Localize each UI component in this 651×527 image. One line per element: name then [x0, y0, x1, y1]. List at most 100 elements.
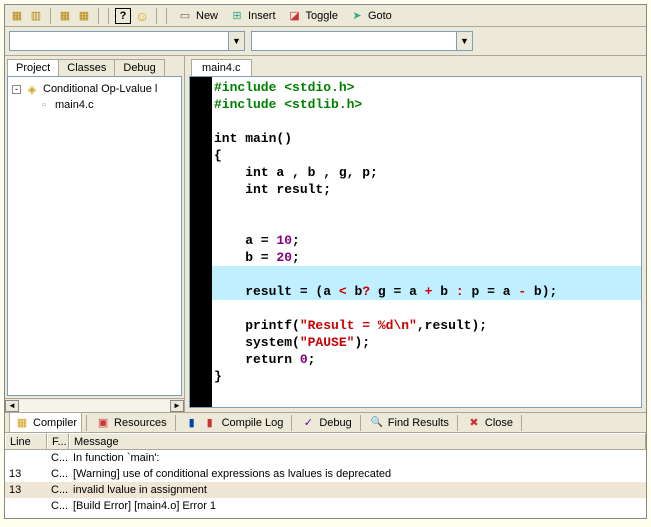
tab-project[interactable]: Project	[7, 59, 59, 76]
file-tab-main4[interactable]: main4.c	[191, 59, 252, 76]
panel-icon[interactable]	[57, 8, 73, 24]
new-icon	[177, 8, 193, 24]
goto-button[interactable]: Goto	[345, 7, 396, 25]
separator	[108, 8, 109, 24]
cell-message: [Build Error] [main4.o] Error 1	[69, 499, 646, 513]
tab-compile-log[interactable]: Compile Log	[180, 413, 288, 433]
separator	[86, 415, 87, 431]
tab-resources[interactable]: Resources	[91, 413, 171, 433]
tab-classes[interactable]: Classes	[58, 59, 115, 76]
close-icon	[466, 415, 482, 431]
tree-file-label: main4.c	[55, 99, 94, 111]
cell-file: C...	[47, 451, 69, 465]
tab-close[interactable]: Close	[462, 413, 517, 433]
toggle-button[interactable]: Toggle	[283, 7, 342, 25]
code-line: b = 20;	[214, 250, 300, 265]
goto-icon	[349, 8, 365, 24]
scroll-right-icon[interactable]: ►	[170, 400, 184, 412]
scroll-track[interactable]	[19, 400, 170, 412]
output-row[interactable]: 13C...[Warning] use of conditional expre…	[5, 466, 646, 482]
chevron-down-icon[interactable]: ▼	[456, 32, 472, 50]
tab-label: Compile Log	[222, 417, 284, 429]
code-line: a = 10;	[214, 233, 300, 248]
cell-file: C...	[47, 499, 69, 513]
separator	[457, 415, 458, 431]
function-combo[interactable]: ▼	[251, 31, 473, 51]
insert-button[interactable]: Insert	[225, 7, 280, 25]
log-icon	[184, 415, 200, 431]
chevron-down-icon[interactable]: ▼	[228, 32, 244, 50]
file-tabs: main4.c	[185, 56, 646, 76]
separator	[521, 415, 522, 431]
about-icon[interactable]	[134, 8, 150, 24]
help-icon[interactable]: ?	[115, 8, 131, 24]
panel2-icon[interactable]	[76, 8, 92, 24]
separator	[50, 8, 51, 24]
separator	[156, 8, 157, 24]
output-rows: C...In function `main':13C...[Warning] u…	[5, 450, 646, 518]
toggle-label: Toggle	[306, 10, 338, 22]
debug-icon	[300, 415, 316, 431]
cell-message: In function `main':	[69, 451, 646, 465]
tab-debug[interactable]: Debug	[114, 59, 164, 76]
side-tabs: Project Classes Debug	[5, 56, 184, 76]
toggle-icon	[287, 8, 303, 24]
goto-label: Goto	[368, 10, 392, 22]
window-layout-icon[interactable]	[9, 8, 25, 24]
cell-message: [Warning] use of conditional expressions…	[69, 467, 646, 481]
tab-label: Close	[485, 417, 513, 429]
log-icon	[203, 415, 219, 431]
col-message[interactable]: Message	[69, 433, 646, 449]
output-row[interactable]: C...In function `main':	[5, 450, 646, 466]
tree-root-label: Conditional Op-Lvalue l	[43, 83, 157, 95]
cell-file: C...	[47, 467, 69, 481]
scroll-left-icon[interactable]: ◄	[5, 400, 19, 412]
top-toolbar: ? New Insert Toggle Goto	[5, 5, 646, 27]
cell-file: C...	[47, 483, 69, 497]
code-line: int main()	[214, 131, 292, 146]
separator	[98, 8, 99, 24]
cell-line	[5, 505, 47, 507]
new-bookmark-button[interactable]: New	[173, 7, 222, 25]
output-row[interactable]: C...[Build Error] [main4.o] Error 1	[5, 498, 646, 514]
resources-icon	[95, 415, 111, 431]
tree-hscroll[interactable]: ◄ ►	[5, 398, 184, 412]
code-line: int a , b , g, p;	[214, 165, 378, 180]
col-file[interactable]: F...	[47, 433, 69, 449]
col-line[interactable]: Line	[5, 433, 47, 449]
tab-find-results[interactable]: Find Results	[365, 413, 453, 433]
cell-message: invalid lvalue in assignment	[69, 483, 646, 497]
code-line: int result;	[214, 182, 331, 197]
code-line-highlighted: result = (a < b? g = a + b : p = a - b);	[212, 266, 641, 300]
project-tree[interactable]: - Conditional Op-Lvalue l main4.c	[7, 76, 182, 396]
separator	[360, 415, 361, 431]
editor-panel: main4.c #include <stdio.h> #include <std…	[185, 56, 646, 412]
window-layout2-icon[interactable]	[28, 8, 44, 24]
cell-line: 13	[5, 467, 47, 481]
project-icon	[24, 81, 40, 97]
output-row[interactable]: 13C...invalid lvalue in assignment	[5, 482, 646, 498]
tab-compiler[interactable]: Compiler	[9, 412, 82, 434]
find-icon	[369, 415, 385, 431]
code-text[interactable]: #include <stdio.h> #include <stdlib.h> i…	[212, 77, 641, 407]
code-line: #include <stdlib.h>	[214, 97, 362, 112]
tab-label: Debug	[319, 417, 351, 429]
tab-label: Find Results	[388, 417, 449, 429]
class-combo[interactable]: ▼	[9, 31, 245, 51]
insert-icon	[229, 8, 245, 24]
tree-root[interactable]: - Conditional Op-Lvalue l	[12, 81, 177, 97]
file-icon	[36, 97, 52, 113]
code-area[interactable]: #include <stdio.h> #include <stdlib.h> i…	[189, 76, 642, 408]
tab-debug-bottom[interactable]: Debug	[296, 413, 355, 433]
cell-line	[5, 457, 47, 459]
code-line: printf("Result = %d\n",result);	[214, 318, 487, 333]
tab-label: Compiler	[33, 417, 77, 429]
separator	[175, 415, 176, 431]
editor-gutter	[190, 77, 212, 407]
code-line: system("PAUSE");	[214, 335, 370, 350]
output-header: Line F... Message	[5, 433, 646, 450]
tree-collapse-icon[interactable]: -	[12, 85, 21, 94]
main-area: Project Classes Debug - Conditional Op-L…	[5, 56, 646, 412]
code-line: {	[214, 148, 222, 163]
tree-file[interactable]: main4.c	[36, 97, 177, 113]
